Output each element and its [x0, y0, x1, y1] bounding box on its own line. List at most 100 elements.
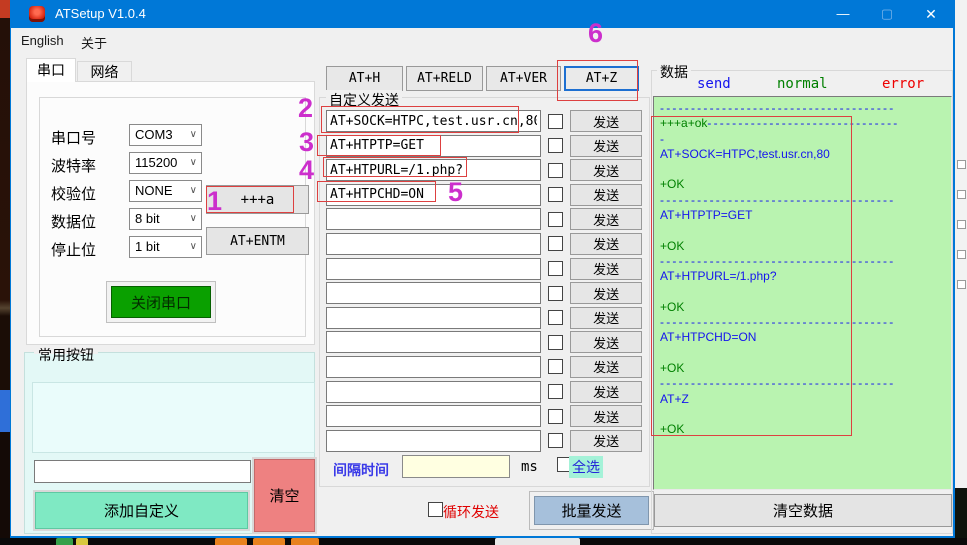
log-line: AT+SOCK=HTPC,test.usr.cn,80 [660, 147, 945, 162]
row-select-checkbox[interactable] [548, 409, 563, 424]
at-reld-button[interactable]: AT+RELD [406, 66, 483, 91]
send-button[interactable]: 发送 [570, 135, 642, 157]
custom-rows: 发送发送发送发送发送发送发送发送发送发送发送发送发送发送 [326, 110, 642, 452]
at-z-button[interactable]: AT+Z [564, 66, 639, 91]
custom-command-input[interactable] [326, 331, 541, 353]
loop-send-checkbox[interactable] [428, 502, 443, 517]
row-select-checkbox[interactable] [548, 384, 563, 399]
stop-bits-select[interactable]: 1 bit∨ [129, 236, 202, 258]
custom-command-input[interactable] [326, 233, 541, 255]
close-serial-port-button[interactable]: 关闭串口 [111, 286, 211, 318]
row-select-checkbox[interactable] [548, 138, 563, 153]
minimize-icon[interactable]: — [821, 0, 865, 28]
row-select-checkbox[interactable] [548, 433, 563, 448]
at-h-button[interactable]: AT+H [326, 66, 403, 91]
custom-command-input[interactable] [326, 430, 541, 452]
send-button[interactable]: 发送 [570, 356, 642, 378]
log-line: AT+Z [660, 392, 945, 407]
row-select-checkbox[interactable] [548, 261, 563, 276]
send-button[interactable]: 发送 [570, 381, 642, 403]
taskbar-icon [495, 538, 580, 545]
log-line: -------------------------------------- [660, 101, 945, 116]
clear-data-button[interactable]: 清空数据 [654, 494, 952, 527]
log-line: +OK [660, 300, 945, 315]
custom-command-input[interactable] [326, 135, 541, 157]
common-buttons-group: 添加自定义 清空 [24, 352, 315, 534]
annotation-number-5: 5 [448, 179, 463, 206]
log-line [660, 223, 945, 238]
taskbar-icon [76, 538, 88, 545]
custom-command-row: 发送 [326, 405, 642, 427]
row-select-checkbox[interactable] [548, 335, 563, 350]
log-line [660, 285, 945, 300]
send-button[interactable]: 发送 [570, 282, 642, 304]
app-icon [29, 6, 45, 22]
send-button[interactable]: 发送 [570, 405, 642, 427]
send-button[interactable]: 发送 [570, 331, 642, 353]
custom-command-input[interactable] [326, 405, 541, 427]
maximize-icon[interactable]: ▢ [865, 0, 909, 28]
row-select-checkbox[interactable] [548, 310, 563, 325]
log-line: +OK [660, 422, 945, 437]
annotation-number-2: 2 [298, 95, 313, 122]
tab-serial-port[interactable]: 串口 [26, 58, 76, 82]
custom-command-input[interactable] [326, 282, 541, 304]
title-bar[interactable]: ATSetup V1.0.4 — ▢ ✕ [11, 0, 953, 28]
baud-rate-label: 波特率 [51, 155, 121, 176]
row-select-checkbox[interactable] [548, 286, 563, 301]
at-ver-button[interactable]: AT+VER [486, 66, 561, 91]
interval-time-label: 间隔时间 [333, 460, 389, 480]
row-select-checkbox[interactable] [548, 114, 563, 129]
custom-command-input[interactable] [326, 184, 541, 206]
custom-command-input[interactable] [326, 159, 541, 181]
menu-item-english[interactable]: English [15, 31, 70, 50]
log-line: -------------------------------------- [660, 376, 945, 391]
clear-button[interactable]: 清空 [254, 459, 315, 532]
baud-rate-select[interactable]: 115200∨ [129, 152, 202, 174]
com-port-select[interactable]: COM3∨ [129, 124, 202, 146]
send-button[interactable]: 发送 [570, 307, 642, 329]
stop-bits-label: 停止位 [51, 239, 121, 260]
custom-command-input[interactable] [326, 110, 541, 132]
custom-command-input[interactable] [326, 208, 541, 230]
taskbar-icon [215, 538, 247, 545]
row-select-checkbox[interactable] [548, 359, 563, 374]
row-select-checkbox[interactable] [548, 187, 563, 202]
menu-item-about[interactable]: 关于 [75, 31, 113, 54]
parity-select[interactable]: NONE∨ [129, 180, 202, 202]
data-bits-select[interactable]: 8 bit∨ [129, 208, 202, 230]
screen: ATSetup V1.0.4 — ▢ ✕ English 关于 串口 网络 串口… [0, 0, 967, 545]
interval-time-input[interactable] [402, 455, 510, 478]
send-button[interactable]: 发送 [570, 110, 642, 132]
send-button[interactable]: 发送 [570, 233, 642, 255]
send-button[interactable]: 发送 [570, 430, 642, 452]
log-line: -------------------------------------- [660, 254, 945, 269]
send-button[interactable]: 发送 [570, 184, 642, 206]
custom-command-input[interactable] [326, 381, 541, 403]
batch-send-frame: 批量发送 [529, 491, 654, 530]
taskbar-icon [253, 538, 285, 545]
row-select-checkbox[interactable] [548, 212, 563, 227]
batch-send-button[interactable]: 批量发送 [534, 496, 649, 525]
custom-command-input[interactable] [326, 307, 541, 329]
row-select-checkbox[interactable] [548, 163, 563, 178]
custom-command-row: 发送 [326, 331, 642, 353]
custom-command-input[interactable] [326, 356, 541, 378]
send-button[interactable]: 发送 [570, 258, 642, 280]
custom-command-row: 发送 [326, 282, 642, 304]
loop-send-label: 循环发送 [443, 502, 499, 522]
log-line: AT+HTPCHD=ON [660, 330, 945, 345]
tab-network[interactable]: 网络 [77, 61, 132, 82]
new-command-input[interactable] [34, 460, 251, 483]
send-button[interactable]: 发送 [570, 208, 642, 230]
send-button[interactable]: 发送 [570, 159, 642, 181]
close-icon[interactable]: ✕ [909, 0, 953, 28]
custom-command-row: 发送 [326, 208, 642, 230]
at-entm-button[interactable]: AT+ENTM [206, 227, 309, 255]
custom-command-input[interactable] [326, 258, 541, 280]
row-select-checkbox[interactable] [548, 236, 563, 251]
chevron-down-icon: ∨ [190, 153, 197, 173]
data-log: --------------------------------------++… [653, 96, 952, 490]
log-line: +OK [660, 177, 945, 192]
add-custom-button[interactable]: 添加自定义 [35, 492, 248, 529]
